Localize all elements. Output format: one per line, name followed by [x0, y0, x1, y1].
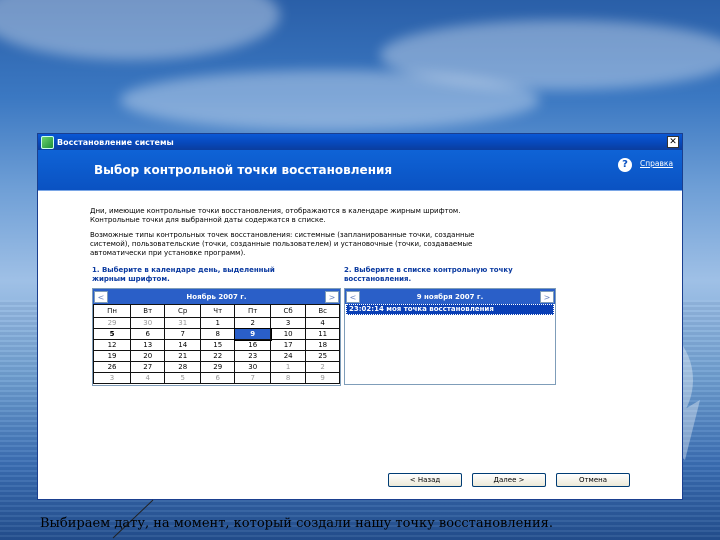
step-1-label: 1. Выберите в календаре день, выделенный… — [92, 266, 275, 284]
next-button[interactable]: Далее > — [472, 473, 546, 487]
calendar-next-button[interactable]: > — [325, 290, 339, 303]
list-prev-button[interactable]: < — [346, 290, 360, 303]
list-header: < 9 ноября 2007 г. > — [345, 289, 555, 304]
calendar-week-row: 26 27 28 29 30 1 2 — [92, 361, 340, 373]
calendar-week-row: 19 20 21 22 23 24 25 — [92, 350, 340, 362]
weekday-0: Пн — [92, 304, 132, 318]
list-date: 9 ноября 2007 г. — [416, 292, 484, 301]
calendar-day[interactable]: 10 — [270, 328, 307, 340]
calendar-day[interactable]: 2 — [234, 317, 272, 329]
calendar-day[interactable]: 26 — [92, 361, 132, 373]
calendar-day[interactable]: 12 — [92, 339, 132, 351]
calendar-day[interactable]: 15 — [200, 339, 236, 351]
calendar-day[interactable]: 4 — [305, 317, 340, 329]
weekday-2: Ср — [164, 304, 202, 318]
calendar-day[interactable]: 3 — [92, 372, 132, 384]
calendar-day[interactable]: 16 — [234, 339, 272, 351]
calendar-day[interactable]: 1 — [270, 361, 307, 373]
weekday-row: Пн Вт Ср Чт Пт Сб Вс — [92, 304, 340, 318]
weekday-5: Сб — [270, 304, 307, 318]
calendar-day[interactable]: 3 — [270, 317, 307, 329]
calendar-day[interactable]: 23 — [234, 350, 272, 362]
restore-point-item[interactable]: 23:02:14 моя точка восстановления — [346, 304, 554, 315]
calendar-header: < Ноябрь 2007 г. > — [93, 289, 340, 304]
step-2-label: 2. Выберите в списке контрольную точку в… — [344, 266, 513, 284]
calendar-week-row: 12 13 14 15 16 17 18 — [92, 339, 340, 351]
calendar-day[interactable]: 9 — [233, 327, 272, 341]
calendar-day[interactable]: 29 — [200, 361, 236, 373]
calendar-day[interactable]: 6 — [200, 372, 236, 384]
calendar-day[interactable]: 21 — [164, 350, 202, 362]
calendar-day[interactable]: 4 — [130, 372, 166, 384]
step-2-line-2: восстановления. — [344, 275, 412, 283]
calendar-day[interactable]: 25 — [305, 350, 340, 362]
help-link[interactable]: Справка — [640, 159, 673, 168]
calendar-day[interactable]: 11 — [305, 328, 340, 340]
weekday-6: Вс — [305, 304, 340, 318]
calendar-week-row: 5 6 7 8 9 10 11 — [92, 327, 340, 341]
calendar-day[interactable]: 30 — [234, 361, 272, 373]
wizard-body: Дни, имеющие контрольные точки восстанов… — [38, 191, 682, 499]
step-1-line-2: жирным шрифтом. — [92, 275, 170, 283]
calendar-day[interactable]: 29 — [92, 317, 132, 329]
calendar-day[interactable]: 14 — [164, 339, 202, 351]
calendar-day[interactable]: 8 — [270, 372, 307, 384]
title-bar: Восстановление системы ✕ — [38, 134, 682, 150]
types-line-1: Возможные типы контрольных точек восстан… — [90, 231, 475, 239]
step-2-line-1: 2. Выберите в списке контрольную точку — [344, 266, 513, 274]
weekday-3: Чт — [200, 304, 236, 318]
calendar-day[interactable]: 17 — [270, 339, 307, 351]
calendar-day[interactable]: 24 — [270, 350, 307, 362]
calendar-week-row: 3456789 — [92, 372, 340, 384]
intro-line-1: Дни, имеющие контрольные точки восстанов… — [90, 207, 461, 215]
restore-point-list: < 9 ноября 2007 г. > 23:02:14 моя точка … — [344, 288, 556, 385]
calendar-grid: Пн Вт Ср Чт Пт Сб Вс 29 30 31 1 2 3 4 5 6 7 8 9 10 11 12 13 14… — [92, 304, 340, 384]
calendar-month: Ноябрь 2007 г. — [186, 292, 247, 301]
calendar-day[interactable]: 9 — [305, 372, 340, 384]
calendar-day[interactable]: 28 — [164, 361, 202, 373]
back-button[interactable]: < Назад — [388, 473, 462, 487]
calendar-day[interactable]: 18 — [305, 339, 340, 351]
calendar-day[interactable]: 6 — [130, 328, 166, 340]
step-1-line-1: 1. Выберите в календаре день, выделенный — [92, 266, 275, 274]
calendar-week-row: 29 30 31 1 2 3 4 — [92, 317, 340, 329]
calendar-day[interactable]: 2 — [305, 361, 340, 373]
weekday-1: Вт — [130, 304, 166, 318]
cancel-button[interactable]: Отмена — [556, 473, 630, 487]
calendar-day[interactable]: 30 — [130, 317, 166, 329]
window-title: Восстановление системы — [57, 137, 174, 147]
system-restore-icon — [41, 135, 54, 149]
calendar-day[interactable]: 20 — [130, 350, 166, 362]
calendar-day[interactable]: 8 — [200, 328, 236, 340]
calendar-day[interactable]: 22 — [200, 350, 236, 362]
slide-caption: Выбираем дату, на момент, который создал… — [40, 516, 553, 531]
types-line-2: системой), пользовательские (точки, созд… — [90, 240, 473, 248]
list-next-button[interactable]: > — [540, 290, 554, 303]
calendar-day[interactable]: 27 — [130, 361, 166, 373]
calendar-prev-button[interactable]: < — [94, 290, 108, 303]
intro-line-2: Контрольные точки для выбранной даты сод… — [90, 216, 326, 224]
calendar-day[interactable]: 7 — [164, 328, 202, 340]
types-line-3: автоматически при установке программ). — [90, 249, 246, 257]
weekday-4: Пт — [234, 304, 272, 318]
calendar-day[interactable]: 1 — [200, 317, 236, 329]
wizard-header: Выбор контрольной точки восстановления ?… — [38, 150, 682, 191]
calendar-day[interactable]: 5 — [92, 328, 132, 340]
system-restore-window: Восстановление системы ✕ Выбор контрольн… — [37, 133, 683, 500]
calendar-day[interactable]: 31 — [164, 317, 202, 329]
calendar-day[interactable]: 19 — [92, 350, 132, 362]
calendar-day[interactable]: 5 — [164, 372, 202, 384]
help-icon[interactable]: ? — [618, 158, 632, 172]
calendar-day[interactable]: 7 — [234, 372, 272, 384]
page-title: Выбор контрольной точки восстановления — [94, 163, 393, 177]
calendar-day[interactable]: 13 — [130, 339, 166, 351]
close-button[interactable]: ✕ — [667, 136, 679, 148]
calendar: < Ноябрь 2007 г. > Пн Вт Ср Чт Пт Сб Вс 29 30 31… — [92, 288, 341, 386]
